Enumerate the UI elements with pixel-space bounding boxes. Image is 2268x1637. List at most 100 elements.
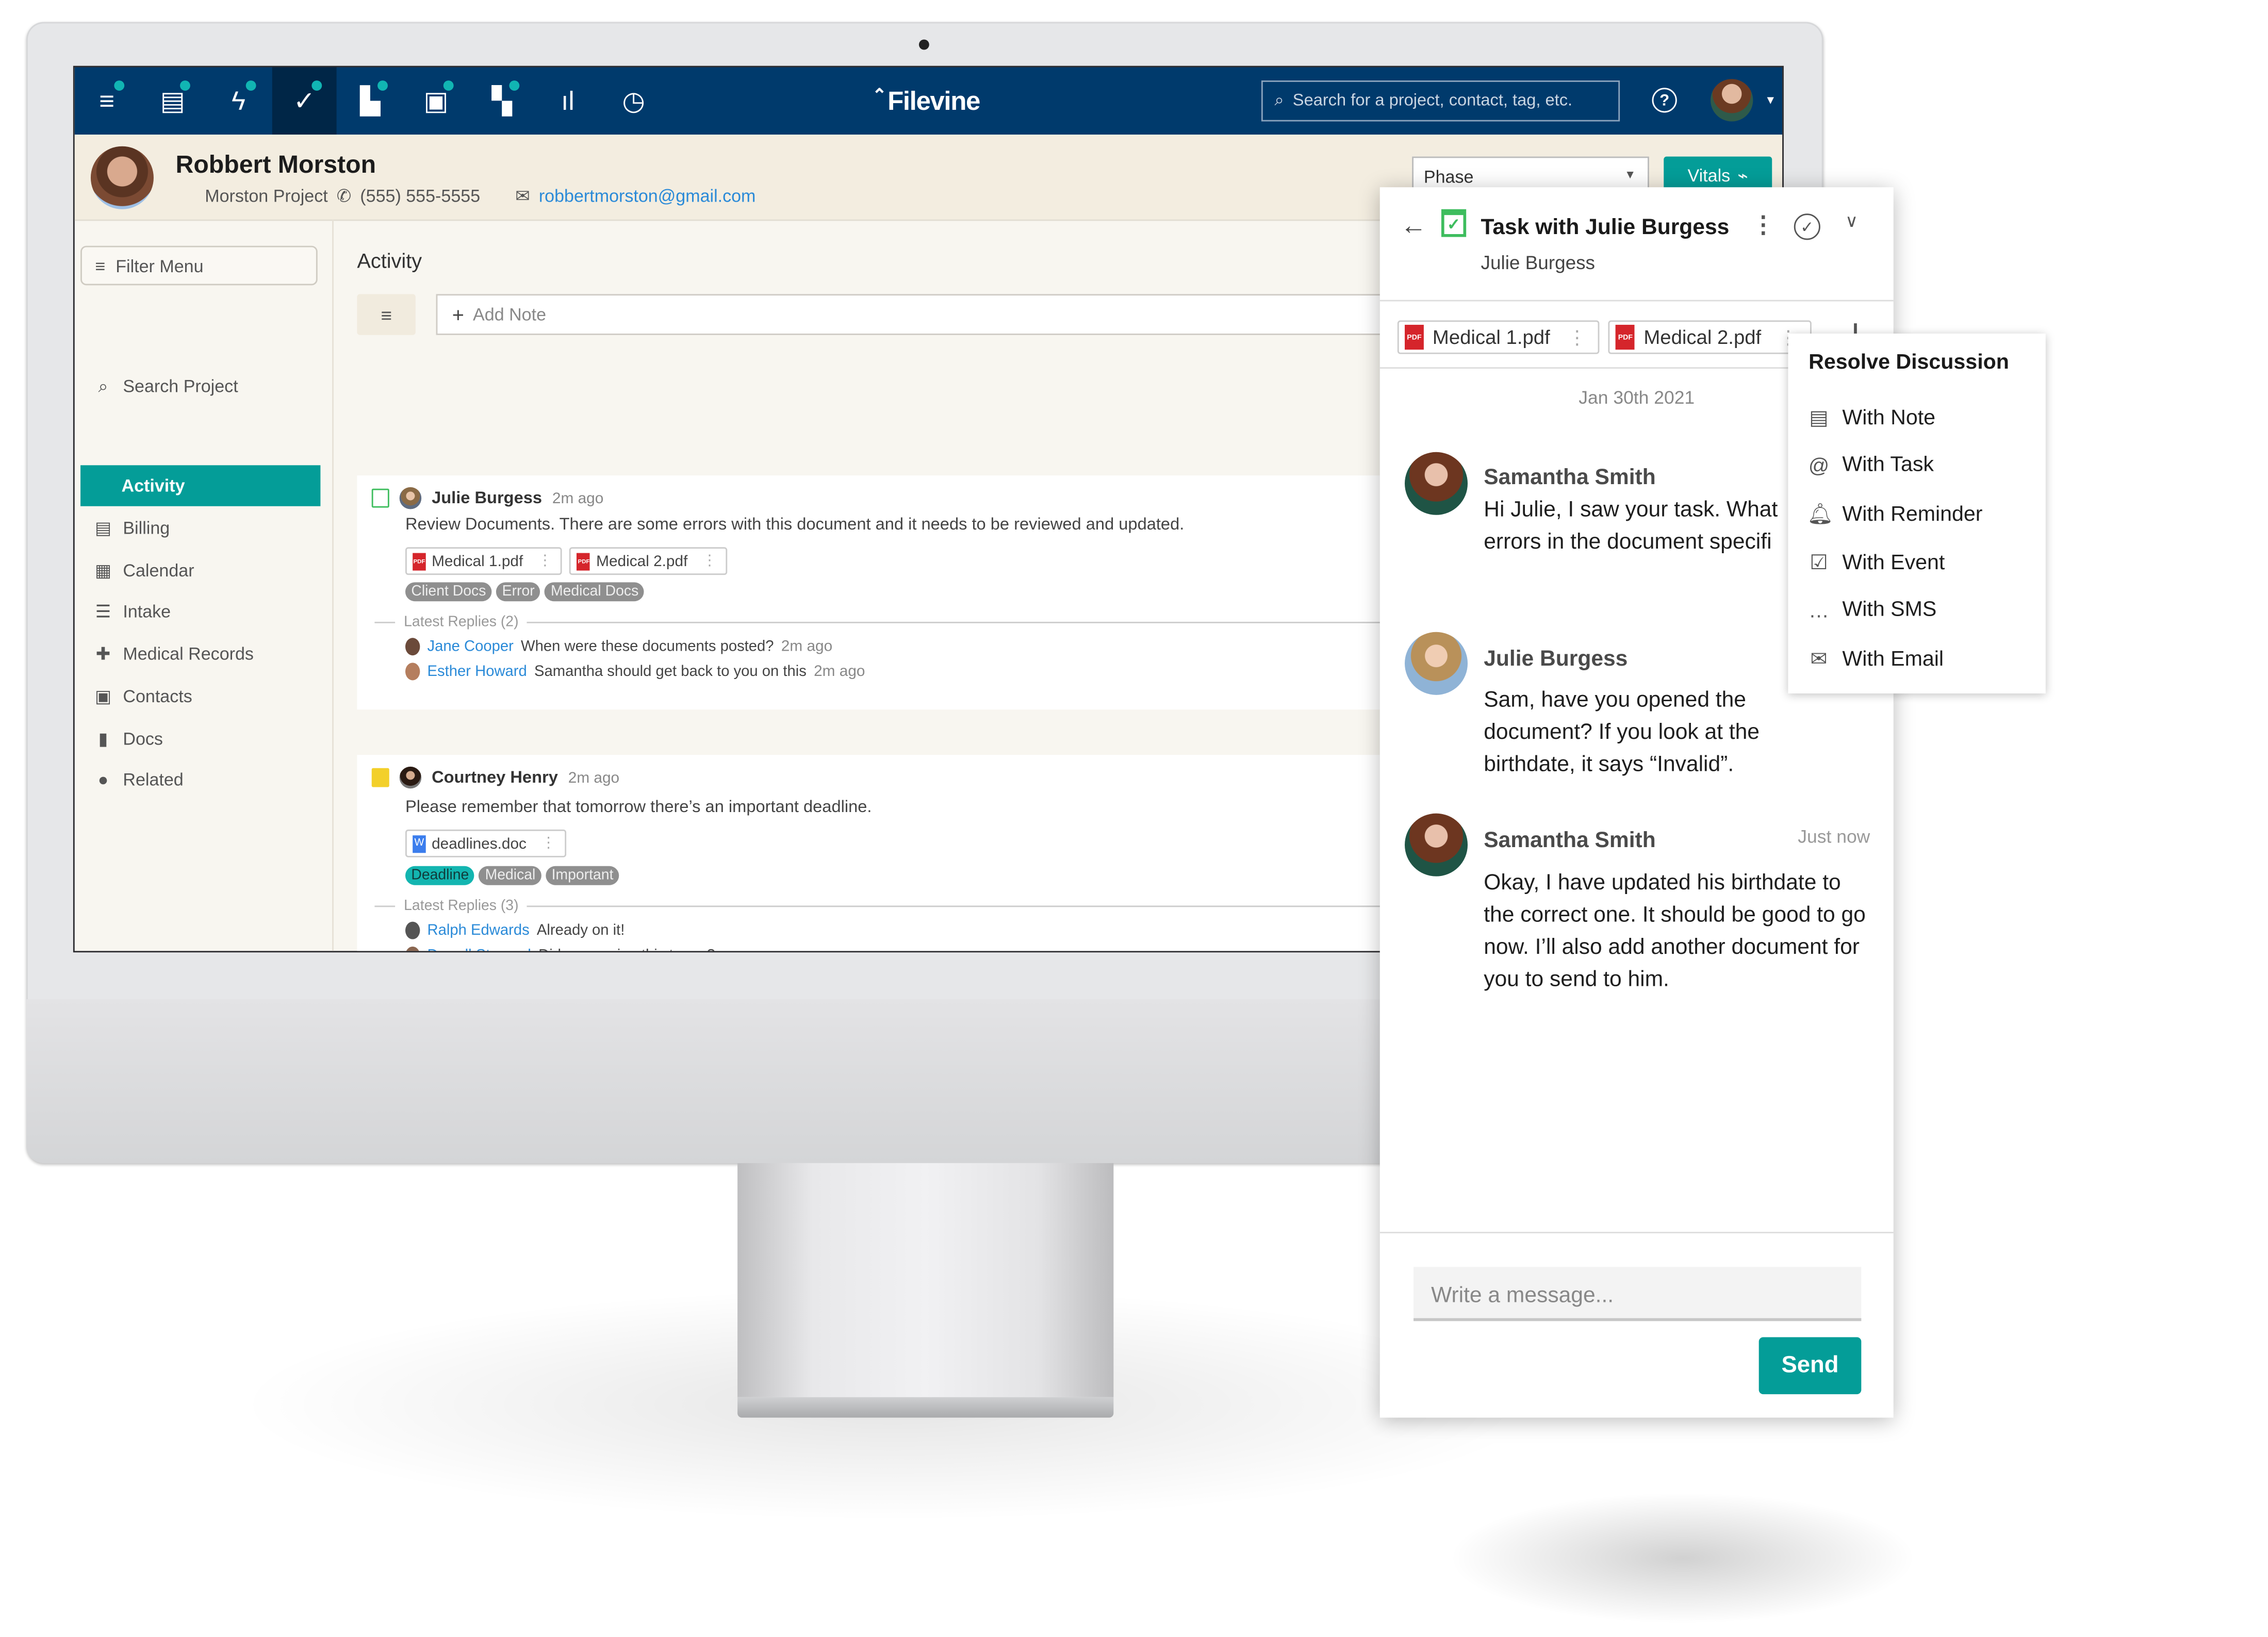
card-body: Please remember that tomorrow there’s an… — [405, 799, 872, 817]
sms-icon: … — [1809, 598, 1829, 622]
menu-item-with-reminder[interactable]: 🔔︎ With Reminder — [1807, 502, 1982, 526]
attachments: PDF Medical 1.pdf ⋮ PDF Medical 2.pdf ⋮ — [405, 547, 727, 575]
reply-author-link[interactable]: Darrell Steward — [428, 947, 531, 951]
reply-author-link[interactable]: Esther Howard — [428, 664, 527, 680]
filter-button[interactable]: ≡ — [357, 294, 416, 335]
menu-icon[interactable]: ≡ — [75, 68, 139, 135]
activity-bolt-icon[interactable]: ϟ — [206, 68, 271, 135]
notification-dot — [245, 80, 256, 91]
tasks-check-icon[interactable]: ✓ — [272, 67, 337, 135]
menu-item-with-note[interactable]: ▤ With Note — [1807, 405, 1935, 430]
reply-author-link[interactable]: Ralph Edwards — [428, 922, 530, 938]
resolve-discussion-menu: Resolve Discussion ▤ With Note @ With Task 🔔… — [1788, 333, 2046, 693]
chevron-down-icon[interactable]: ∨ — [1845, 211, 1858, 232]
sidebar-item-label: Search Project — [123, 376, 238, 396]
complete-check-icon[interactable]: ✓ — [1794, 213, 1820, 240]
filevine-logo[interactable]: ⌃ Filevine — [872, 85, 980, 117]
sidebar-item-billing[interactable]: ▤ Billing — [80, 508, 320, 549]
author-avatar — [399, 766, 422, 789]
sidebar-item-label: Activity — [121, 475, 185, 496]
tag-badge[interactable]: Deadline — [405, 866, 475, 885]
user-avatar[interactable] — [1711, 79, 1753, 122]
divider — [1379, 300, 1894, 302]
timer-icon[interactable]: ◷ — [601, 68, 666, 135]
message-author: Samantha Smith — [1484, 828, 1656, 853]
divider-line — [374, 905, 396, 907]
reply-item: Ralph Edwards Already on it! — [405, 921, 624, 939]
tag-badge[interactable]: Medical — [479, 866, 541, 885]
sidebar-item-activity[interactable]: Activity — [80, 465, 321, 506]
tag-badge[interactable]: Client Docs — [405, 582, 492, 602]
author-name[interactable]: Julie Burgess — [432, 489, 542, 507]
search-placeholder: Search for a project, contact, tag, etc. — [1292, 92, 1573, 110]
replies-label[interactable]: Latest Replies (2) — [404, 615, 518, 631]
more-options-icon[interactable]: ⋮ — [702, 553, 717, 569]
more-options-icon[interactable]: ⋮ — [1568, 325, 1587, 349]
sidebar-item-calendar[interactable]: ▦ Calendar — [80, 550, 320, 591]
sidebar-item-docs[interactable]: ▮ Docs — [80, 718, 320, 759]
attachment-chip[interactable]: PDFMedical 2.pdf⋮ — [1608, 320, 1811, 354]
tag-badge[interactable]: Medical Docs — [545, 582, 645, 602]
add-note-input[interactable]: + Add Note — [436, 294, 1460, 335]
reply-item: Esther Howard Samantha should get back to… — [405, 663, 865, 681]
attachment-chip[interactable]: Wdeadlines.doc ⋮ — [405, 829, 566, 857]
more-options-icon[interactable]: ⋮ — [538, 553, 552, 569]
top-nav: ≡ ▤ ϟ ✓ ▙ ▣ ▚ ıl ◷ ⌃ Filevine ⌕ Search for a proj… — [74, 67, 1783, 135]
attachment-chip[interactable]: PDF Medical 1.pdf ⋮ — [1397, 320, 1600, 354]
menu-item-with-event[interactable]: ☑ With Event — [1807, 550, 1945, 575]
grid-icon[interactable]: ▚ — [470, 68, 534, 135]
sidebar-item-label: Medical Records — [123, 643, 254, 665]
sidebar-item-related[interactable]: ● Related — [80, 759, 320, 800]
file-name: deadlines.doc — [432, 834, 527, 852]
reply-avatar — [405, 663, 420, 681]
divider-line — [374, 621, 396, 623]
tag-badge[interactable]: Error — [496, 582, 541, 602]
menu-title: Resolve Discussion — [1809, 351, 2009, 375]
reply-avatar — [405, 638, 420, 656]
contacts-icon[interactable]: ▣ — [404, 68, 468, 135]
more-options-icon[interactable]: ⋮ — [1751, 211, 1774, 240]
global-search-input[interactable]: ⌕ Search for a project, contact, tag, et… — [1261, 80, 1620, 122]
filter-icon: ≡ — [381, 303, 392, 326]
sidebar-item-label: Docs — [123, 729, 163, 749]
sidebar-item-contacts[interactable]: ▣ Contacts — [80, 676, 320, 717]
card-header: Julie Burgess 2m ago — [371, 487, 603, 509]
phone-number[interactable]: (555) 555-5555 — [360, 186, 480, 206]
menu-item-with-task[interactable]: @ With Task — [1807, 454, 1934, 477]
help-icon[interactable]: ? — [1652, 88, 1677, 113]
timestamp: 2m ago — [568, 769, 620, 787]
more-options-icon[interactable]: ⋮ — [541, 835, 555, 851]
caret-down-icon[interactable]: ▼ — [1765, 94, 1776, 107]
sidebar-item-search-project[interactable]: ⌕ Search Project — [80, 366, 320, 406]
attachment-chip[interactable]: PDFMedical 2.pdf⋮ — [570, 547, 727, 575]
sidebar-item-intake[interactable]: ☰ Intake — [80, 591, 320, 632]
reports-bar-icon[interactable]: ıl — [536, 68, 600, 135]
author-avatar — [399, 487, 422, 509]
projects-folder-icon[interactable]: ▙ — [338, 68, 402, 135]
task-title: Task with Julie Burgess — [1481, 215, 1730, 240]
sidebar-item-medical-records[interactable]: ✚ Medical Records — [80, 634, 320, 674]
divider-line — [527, 905, 1411, 907]
latest-replies-divider: Latest Replies (3) — [374, 898, 1411, 914]
dashboard-icon[interactable]: ▤ — [140, 68, 205, 135]
menu-item-with-email[interactable]: ✉ With Email — [1807, 647, 1944, 671]
message-text: Okay, I have updated his birthdate to th… — [1484, 870, 1866, 992]
message-input[interactable]: Write a message... — [1414, 1267, 1862, 1321]
email-link[interactable]: robbertmorston@gmail.com — [539, 186, 756, 206]
sidebar-item-label: Calendar — [123, 560, 194, 581]
phone-icon: ✆ — [336, 186, 352, 207]
event-calendar-icon: ☑ — [1810, 550, 1828, 574]
bell-icon: 🔔︎ — [1807, 502, 1833, 525]
back-arrow-icon[interactable]: ← — [1400, 211, 1426, 242]
notification-dot — [114, 80, 125, 91]
filter-menu-input[interactable]: ≡ Filter Menu — [80, 245, 318, 286]
replies-label[interactable]: Latest Replies (3) — [404, 898, 518, 914]
attachment-chip[interactable]: PDF Medical 1.pdf ⋮ — [405, 547, 563, 575]
notification-dot — [509, 80, 520, 91]
tag-badge[interactable]: Important — [546, 866, 619, 885]
reply-author-link[interactable]: Jane Cooper — [428, 639, 514, 655]
menu-item-with-sms[interactable]: … With SMS — [1807, 599, 1936, 622]
billing-icon: ▤ — [94, 518, 112, 539]
send-button[interactable]: Send — [1758, 1337, 1862, 1395]
author-name[interactable]: Courtney Henry — [432, 769, 558, 786]
